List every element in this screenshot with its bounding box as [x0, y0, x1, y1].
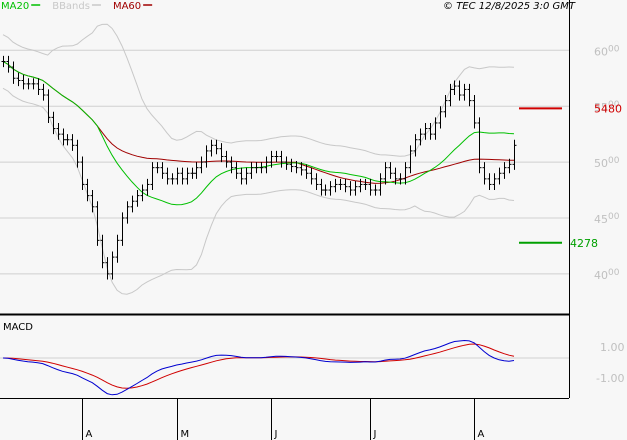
ma20-line: [2, 61, 515, 206]
price-tick-label: 4000: [594, 268, 620, 282]
x-tick-label: M: [181, 429, 190, 440]
legend-label: MA60: [113, 1, 141, 12]
price-tick-label: 5000: [594, 156, 620, 170]
stock-chart: 6000 5500 5000 4500 4000 5480 4278 MACD 1.00 -1.0…: [0, 0, 627, 440]
bbands-upper: [2, 23, 515, 157]
macd-tick-label: 1.00: [600, 341, 625, 354]
level-label: 5480: [594, 102, 622, 115]
macd-line: [2, 339, 515, 396]
x-tick-label: J: [274, 429, 278, 440]
macd-tick-label: -1.00: [596, 372, 624, 385]
price-tick-label: 6000: [594, 44, 620, 58]
macd-signal-line: [2, 343, 515, 389]
x-tick-label: A: [478, 429, 485, 440]
macd-title: MACD: [3, 322, 33, 333]
x-tick-label: J: [373, 429, 377, 440]
bbands-lower: [2, 87, 515, 295]
copyright-label: © TEC 12/8/2025 3:0 GMT: [443, 1, 576, 12]
level-label: 4278: [570, 237, 598, 250]
legend-label: MA20: [1, 1, 29, 12]
chart-svg: 6000550050004500400054804278MACD1.00-1.0…: [0, 0, 625, 440]
legend-label: BBands: [52, 1, 90, 12]
price-tick-label: 4500: [594, 212, 620, 226]
x-tick-label: A: [86, 429, 93, 440]
